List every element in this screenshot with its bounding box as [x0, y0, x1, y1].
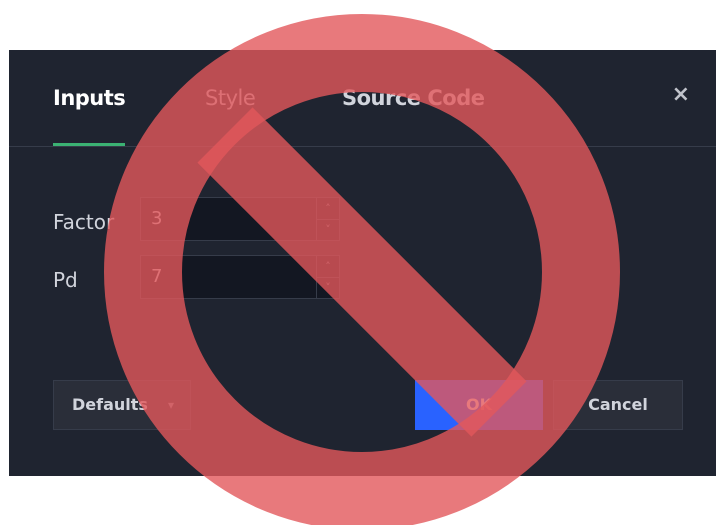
tab-source-code[interactable]: Source Code [342, 86, 485, 110]
chevron-up-icon[interactable]: ˄ [317, 198, 339, 220]
factor-input[interactable]: 3 ˄ ˅ [140, 197, 340, 241]
tab-bar: Inputs Style Source Code × [9, 50, 716, 147]
tab-style[interactable]: Style [205, 86, 256, 110]
defaults-button[interactable]: Defaults ▾ [53, 380, 191, 430]
indicator-settings-dialog: Inputs Style Source Code × Factor 3 ˄ ˅ … [9, 50, 716, 476]
screenshot-stage: Inputs Style Source Code × Factor 3 ˄ ˅ … [0, 0, 716, 525]
active-tab-indicator [53, 143, 125, 146]
caret-down-icon: ▾ [167, 398, 174, 412]
cancel-button[interactable]: Cancel [553, 380, 683, 430]
close-icon[interactable]: × [672, 82, 690, 107]
defaults-label: Defaults [72, 395, 148, 414]
factor-value: 3 [151, 208, 163, 229]
ok-button[interactable]: OK [415, 380, 543, 430]
chevron-down-icon[interactable]: ˅ [317, 277, 339, 298]
factor-label: Factor [53, 210, 115, 234]
pd-value: 7 [151, 266, 163, 287]
pd-stepper: ˄ ˅ [316, 256, 339, 298]
pd-label: Pd [53, 268, 78, 292]
tab-inputs[interactable]: Inputs [53, 86, 126, 110]
chevron-down-icon[interactable]: ˅ [317, 219, 339, 240]
factor-stepper: ˄ ˅ [316, 198, 339, 240]
chevron-up-icon[interactable]: ˄ [317, 256, 339, 278]
pd-input[interactable]: 7 ˄ ˅ [140, 255, 340, 299]
